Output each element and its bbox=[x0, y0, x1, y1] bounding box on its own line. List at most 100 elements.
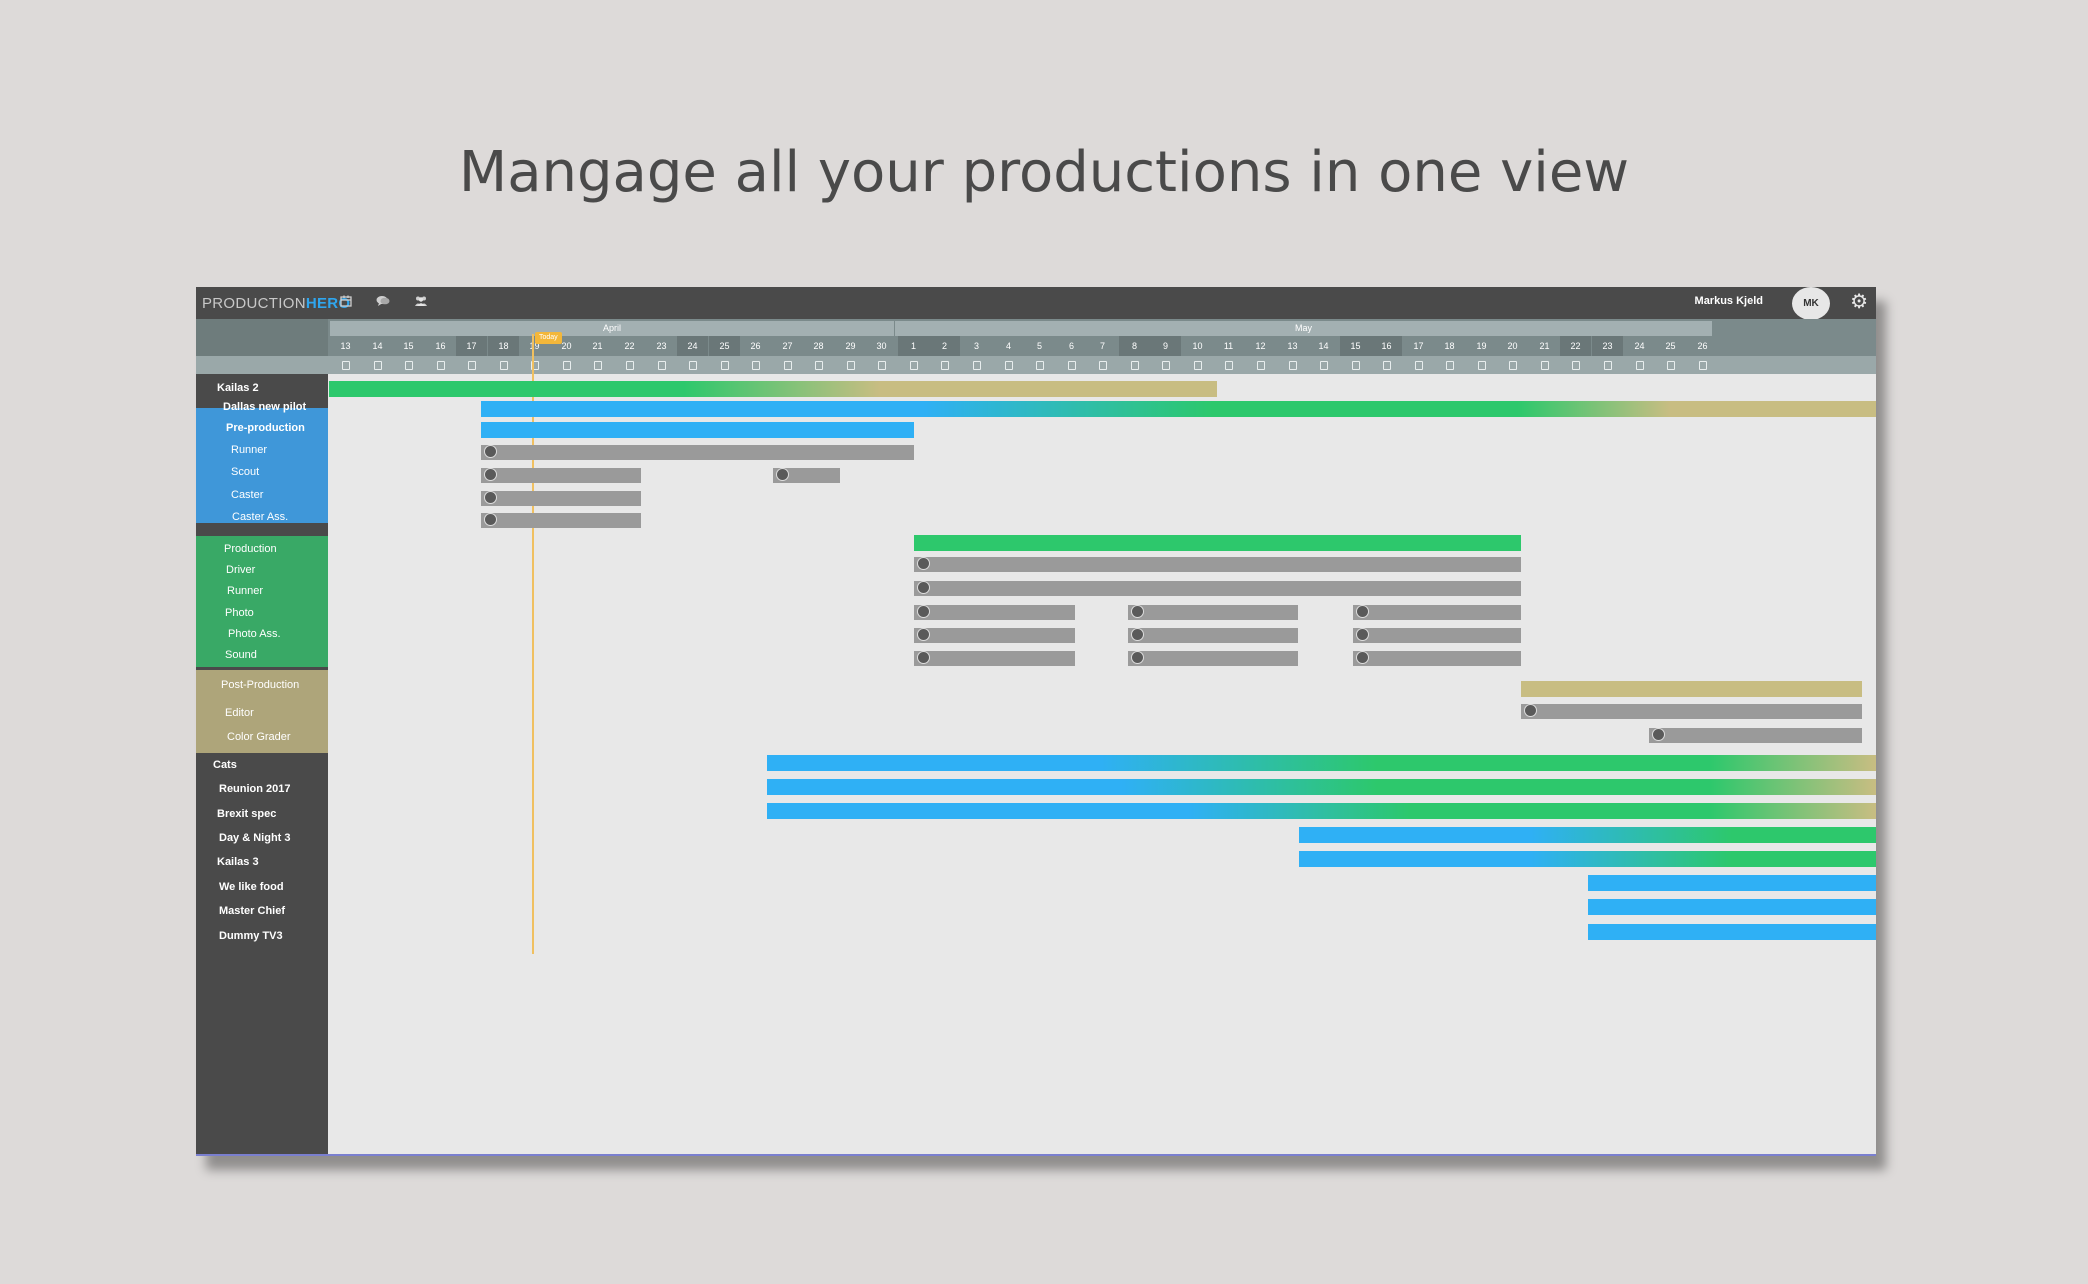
sidebar-item-photo[interactable]: Photo bbox=[225, 607, 254, 619]
day-cell[interactable]: 16 bbox=[1371, 336, 1402, 356]
day-cell[interactable]: 21 bbox=[1529, 336, 1560, 356]
day-calendar-icon[interactable] bbox=[878, 361, 886, 370]
day-calendar-icon[interactable] bbox=[405, 361, 413, 370]
master-chief-bar[interactable] bbox=[1588, 899, 1876, 915]
dallas-new-pilot-bar[interactable] bbox=[481, 401, 1876, 417]
people-icon[interactable] bbox=[409, 291, 433, 315]
month-april[interactable]: April bbox=[330, 321, 894, 336]
caster-person-bar[interactable] bbox=[481, 491, 641, 506]
sidebar-item-scout[interactable]: Scout bbox=[231, 466, 259, 478]
sidebar-item-production[interactable]: Production bbox=[224, 543, 277, 555]
reunion-2017-bar[interactable] bbox=[767, 779, 1876, 795]
sidebar-item-caster-ass[interactable]: Caster Ass. bbox=[232, 511, 288, 523]
day-calendar-icon[interactable] bbox=[1415, 361, 1423, 370]
day-cell[interactable]: 17 bbox=[1403, 336, 1434, 356]
day-cell[interactable]: 12 bbox=[1245, 336, 1276, 356]
sidebar-item-photo-ass[interactable]: Photo Ass. bbox=[228, 628, 281, 640]
day-calendar-icon[interactable] bbox=[563, 361, 571, 370]
sidebar-item-kailas-2[interactable]: Kailas 2 bbox=[217, 382, 259, 394]
day-cell[interactable]: 15 bbox=[1340, 336, 1371, 356]
photo-ass-person-bar-3[interactable] bbox=[1353, 628, 1521, 643]
day-cell[interactable]: 14 bbox=[362, 336, 393, 356]
day-cell[interactable]: 6 bbox=[1056, 336, 1087, 356]
day-cell[interactable]: 9 bbox=[1150, 336, 1181, 356]
sidebar-item-post-production[interactable]: Post-Production bbox=[221, 679, 299, 691]
day-calendar-icon[interactable] bbox=[1352, 361, 1360, 370]
day-calendar-icon[interactable] bbox=[1068, 361, 1076, 370]
sidebar-item-pre-production[interactable]: Pre-production bbox=[226, 422, 305, 434]
day-calendar-icon[interactable] bbox=[1162, 361, 1170, 370]
sound-person-bar-1[interactable] bbox=[914, 651, 1075, 666]
day-calendar-icon[interactable] bbox=[1131, 361, 1139, 370]
driver-person-bar[interactable] bbox=[914, 557, 1521, 572]
day-calendar-icon[interactable] bbox=[1446, 361, 1454, 370]
day-calendar-icon[interactable] bbox=[1225, 361, 1233, 370]
runner-production-person-bar[interactable] bbox=[914, 581, 1521, 596]
day-cell[interactable]: 14 bbox=[1308, 336, 1339, 356]
day-calendar-icon[interactable] bbox=[973, 361, 981, 370]
day-cell[interactable]: 1 bbox=[898, 336, 929, 356]
day-cell[interactable]: 27 bbox=[772, 336, 803, 356]
day-calendar-icon[interactable] bbox=[784, 361, 792, 370]
post-production-bar[interactable] bbox=[1521, 681, 1862, 697]
photo-ass-person-bar-2[interactable] bbox=[1128, 628, 1298, 643]
day-cell[interactable]: 13 bbox=[1277, 336, 1308, 356]
day-cell[interactable]: 17 bbox=[456, 336, 487, 356]
chat-icon[interactable] bbox=[371, 291, 395, 315]
day-calendar-icon[interactable] bbox=[658, 361, 666, 370]
day-cell[interactable]: 10 bbox=[1182, 336, 1213, 356]
sidebar-item-day-night-3[interactable]: Day & Night 3 bbox=[219, 832, 291, 844]
sound-person-bar-3[interactable] bbox=[1353, 651, 1521, 666]
day-calendar-icon[interactable] bbox=[1036, 361, 1044, 370]
calendar-icon[interactable] bbox=[334, 291, 358, 315]
day-cell[interactable]: 3 bbox=[961, 336, 992, 356]
day-calendar-icon[interactable] bbox=[1289, 361, 1297, 370]
day-calendar-icon[interactable] bbox=[1699, 361, 1707, 370]
photo-ass-person-bar-1[interactable] bbox=[914, 628, 1075, 643]
sidebar-item-runner-production[interactable]: Runner bbox=[227, 585, 263, 597]
day-cell[interactable]: 23 bbox=[646, 336, 677, 356]
photo-person-bar-1[interactable] bbox=[914, 605, 1075, 620]
day-calendar-icon[interactable] bbox=[626, 361, 634, 370]
sidebar-item-dallas-new-pilot[interactable]: Dallas new pilot bbox=[223, 401, 306, 413]
sidebar-item-driver[interactable]: Driver bbox=[226, 564, 255, 576]
kailas-2-bar[interactable] bbox=[329, 381, 1217, 397]
production-bar[interactable] bbox=[914, 535, 1521, 551]
day-cell[interactable]: 18 bbox=[488, 336, 519, 356]
sidebar-item-master-chief[interactable]: Master Chief bbox=[219, 905, 285, 917]
sidebar-item-kailas-3[interactable]: Kailas 3 bbox=[217, 856, 259, 868]
day-cell[interactable]: 2 bbox=[929, 336, 960, 356]
user-name[interactable]: Markus Kjeld bbox=[1695, 295, 1763, 307]
day-calendar-icon[interactable] bbox=[721, 361, 729, 370]
day-calendar-icon[interactable] bbox=[1099, 361, 1107, 370]
day-cell[interactable]: 26 bbox=[740, 336, 771, 356]
day-cell[interactable]: 5 bbox=[1024, 336, 1055, 356]
day-cell[interactable]: 7 bbox=[1087, 336, 1118, 356]
day-cell[interactable]: 20 bbox=[1497, 336, 1528, 356]
brexit-spec-bar[interactable] bbox=[767, 803, 1876, 819]
color-grader-person-bar[interactable] bbox=[1649, 728, 1862, 743]
app-logo[interactable]: PRODUCTIONHERO bbox=[202, 295, 350, 312]
photo-person-bar-2[interactable] bbox=[1128, 605, 1298, 620]
day-cell[interactable]: 25 bbox=[709, 336, 740, 356]
sidebar-item-reunion-2017[interactable]: Reunion 2017 bbox=[219, 783, 291, 795]
day-calendar-icon[interactable] bbox=[1005, 361, 1013, 370]
sidebar-item-cats[interactable]: Cats bbox=[213, 759, 237, 771]
day-calendar-icon[interactable] bbox=[468, 361, 476, 370]
sidebar-item-color-grader[interactable]: Color Grader bbox=[227, 731, 291, 743]
day-calendar-icon[interactable] bbox=[1604, 361, 1612, 370]
day-cell[interactable]: 24 bbox=[1624, 336, 1655, 356]
day-calendar-icon[interactable] bbox=[374, 361, 382, 370]
day-cell[interactable]: 4 bbox=[993, 336, 1024, 356]
day-cell[interactable]: 22 bbox=[614, 336, 645, 356]
day-calendar-icon[interactable] bbox=[1509, 361, 1517, 370]
day-calendar-icon[interactable] bbox=[815, 361, 823, 370]
day-calendar-icon[interactable] bbox=[847, 361, 855, 370]
scout-person-bar-2[interactable] bbox=[773, 468, 840, 483]
day-cell[interactable]: 11 bbox=[1213, 336, 1244, 356]
editor-person-bar[interactable] bbox=[1521, 704, 1862, 719]
day-calendar-icon[interactable] bbox=[752, 361, 760, 370]
day-calendar-icon[interactable] bbox=[689, 361, 697, 370]
day-cell[interactable]: 30 bbox=[866, 336, 897, 356]
day-calendar-icon[interactable] bbox=[594, 361, 602, 370]
